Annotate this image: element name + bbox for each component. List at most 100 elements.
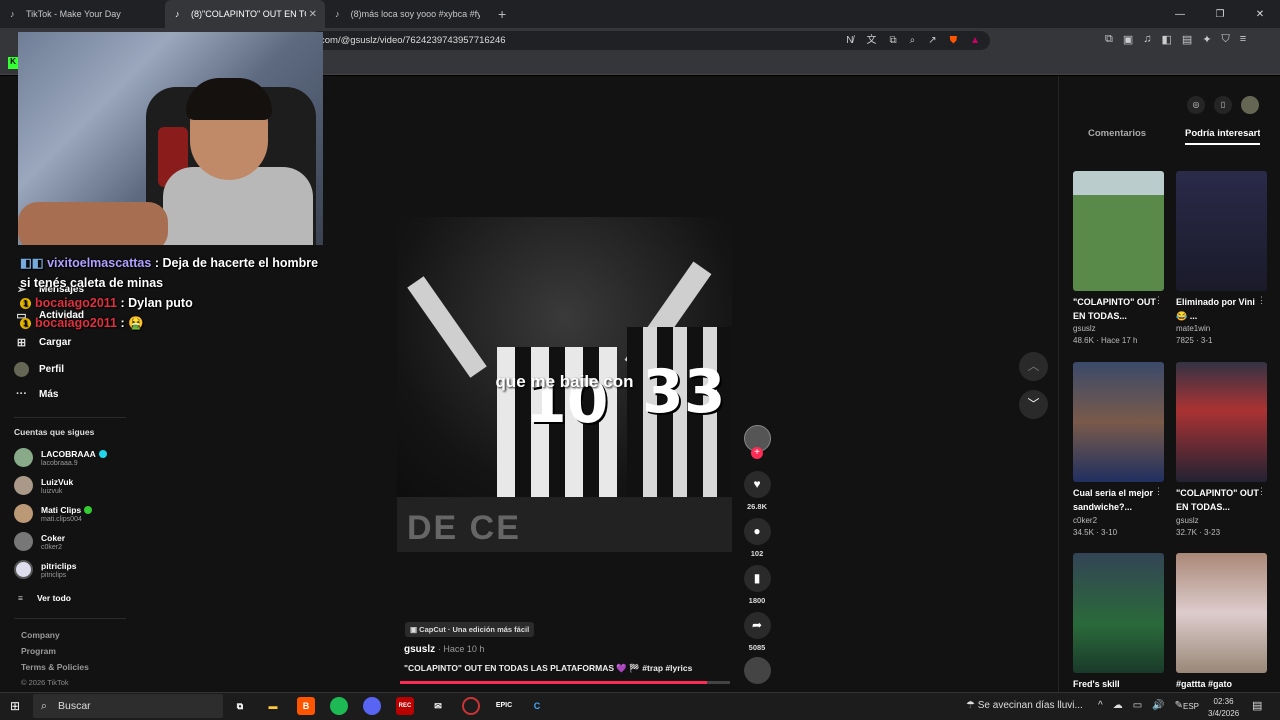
new-tab-button[interactable]: + [498, 6, 506, 22]
rewards-icon[interactable]: ▲ [970, 31, 980, 50]
browser-tab-active[interactable]: ♪ (8)"COLAPINTO" OUT EN TODAS✕ [165, 0, 325, 28]
account-handle: c0ker2 [41, 543, 63, 551]
window-controls: — ❐ ✕ [1160, 0, 1280, 28]
coin-icon[interactable]: ◎ [1187, 96, 1205, 114]
more-options-icon[interactable]: ⋮ [1257, 295, 1266, 306]
music-icon[interactable]: ♫ [1143, 33, 1151, 46]
extensions-icon[interactable]: ⧉ [1105, 33, 1113, 46]
followed-account[interactable]: pitriclips pitriclips [14, 560, 76, 579]
pen-icon[interactable]: ✎ [1175, 700, 1183, 711]
more-icon: ··· [16, 388, 27, 400]
tab-recommended[interactable]: Podría interesarte [1185, 128, 1260, 145]
video-progress-bar[interactable] [400, 681, 730, 684]
followed-account[interactable]: Mati Clips mati.clips004 [14, 504, 93, 523]
chat-user: vixitoelmascattas [47, 256, 152, 270]
vpn-icon[interactable]: ⛉ [1222, 33, 1230, 46]
taskbar-search[interactable]: ⌕ Buscar [33, 694, 223, 718]
footer-link-program[interactable]: Program [21, 646, 56, 656]
sound-disc[interactable] [742, 657, 772, 684]
recommended-user: c0ker2 [1073, 516, 1098, 525]
translate-icon[interactable]: 文 [866, 31, 876, 50]
sidebar-item-label: Perfil [39, 364, 65, 375]
maximize-icon[interactable]: ❐ [1200, 9, 1240, 20]
network-icon[interactable]: ▭ [1133, 700, 1142, 711]
device-icon[interactable]: ▯ [1214, 96, 1232, 114]
like-button[interactable]: ♥ 26.8K [742, 471, 772, 511]
epic-games-icon[interactable]: EPIC [495, 697, 513, 715]
video-author[interactable]: gsuslz · Hace 10 h [404, 644, 484, 655]
share-button[interactable]: ➦ 5085 [742, 612, 772, 652]
sidebar-item-label: Cargar [39, 337, 72, 348]
wallet-icon[interactable]: ▤ [1182, 33, 1192, 46]
followed-account[interactable]: Coker c0ker2 [14, 532, 65, 551]
zoom-icon[interactable]: ⌕ [910, 31, 916, 50]
progress-fill [400, 681, 707, 684]
cloud-icon[interactable]: ☁ [1113, 700, 1123, 711]
notification-icon[interactable]: ▤ [1252, 699, 1262, 712]
menu-icon[interactable]: ≡ [1240, 33, 1246, 46]
capcut-app-icon[interactable]: C [528, 697, 546, 715]
steam-icon[interactable] [462, 697, 480, 715]
person-hair [186, 78, 272, 120]
browser-tab[interactable]: ♪ (8)más loca soy yooo #xybca #fyp | s [325, 0, 490, 28]
save-button[interactable]: ▮ 1800 [742, 565, 772, 605]
screenshot-icon[interactable]: ▣ [1123, 33, 1133, 46]
system-clock[interactable]: 02:36 3/4/2026 [1208, 696, 1239, 720]
tab-title: (8)más loca soy yooo #xybca #fyp | s [350, 9, 480, 19]
webcam-overlay [18, 32, 323, 245]
recommended-thumbnail[interactable] [1073, 171, 1164, 291]
file-explorer-icon[interactable]: ▬ [264, 697, 282, 715]
next-video-button[interactable]: ﹀ [1019, 390, 1048, 419]
follow-plus-icon[interactable]: + [751, 447, 763, 459]
capcut-badge[interactable]: ▣ CapCut · Una edición más fácil [405, 622, 535, 637]
task-view-icon[interactable]: ⧉ [231, 697, 249, 715]
recommended-thumbnail[interactable] [1176, 362, 1267, 482]
followed-account[interactable]: LuizVuk luizvuk [14, 476, 73, 495]
brave-icon[interactable]: B [297, 697, 315, 715]
windows-start-icon[interactable]: ⊞ [10, 699, 20, 713]
user-avatar[interactable] [1241, 96, 1259, 114]
leo-icon[interactable]: ✦ [1202, 33, 1211, 46]
comment-button[interactable]: ● 102 [742, 518, 772, 558]
recommended-thumbnail[interactable] [1073, 362, 1164, 482]
bookmark-icon: ▮ [743, 565, 771, 592]
stream-chat: ◧◧ vixitoelmascattas : Deja de hacerte e… [20, 253, 320, 333]
minimize-icon[interactable]: — [1160, 9, 1200, 20]
weather-widget[interactable]: ☂ Se avecinan días lluvi... [966, 700, 1083, 711]
recommended-thumbnail[interactable] [1176, 171, 1267, 291]
previous-video-button[interactable]: ︿ [1019, 352, 1048, 381]
tab-comments[interactable]: Comentarios [1088, 128, 1146, 139]
brave-shield-icon[interactable]: ⛊ [950, 31, 958, 50]
footer-link-terms[interactable]: Terms & Policies [21, 662, 89, 672]
recommended-thumbnail[interactable] [1176, 553, 1267, 673]
discord-icon[interactable] [363, 697, 381, 715]
more-options-icon[interactable]: ⋮ [1154, 486, 1163, 497]
followed-account[interactable]: LACOBRAAA lacobraaa.9 [14, 448, 107, 467]
sidebar-item-more[interactable]: ··· Más [14, 388, 58, 400]
video-player[interactable]: 10 33 DE CE que me baile con [397, 217, 732, 552]
more-options-icon[interactable]: ⋮ [1154, 295, 1163, 306]
recommended-thumbnail[interactable] [1073, 553, 1164, 673]
reader-icon[interactable]: N̸ [846, 31, 853, 50]
ad-board-text: DE CE [407, 509, 521, 547]
chevron-up-icon[interactable]: ^ [1098, 700, 1103, 711]
sidebar-item-upload[interactable]: ⊞ Cargar [14, 336, 71, 349]
obs-app-icon[interactable]: REC [396, 697, 414, 715]
spotify-icon[interactable] [330, 697, 348, 715]
browser-tab[interactable]: ♪ TikTok - Make Your Day [0, 0, 165, 28]
kick-bookmark-icon[interactable]: K [8, 57, 18, 69]
more-options-icon[interactable]: ⋮ [1257, 486, 1266, 497]
language-indicator[interactable]: ESP [1183, 702, 1199, 711]
app-icon[interactable]: ✉ [429, 697, 447, 715]
open-external-icon[interactable]: ⧉ [889, 31, 896, 50]
share-icon[interactable]: ↗ [928, 31, 936, 50]
volume-icon[interactable]: 🔊 [1152, 700, 1164, 711]
footer-link-company[interactable]: Company [21, 630, 60, 640]
search-icon: ⌕ [41, 700, 47, 712]
address-bar[interactable]: com/@gsuslz/video/7624239743957716246 N̸… [310, 31, 990, 50]
see-all-link[interactable]: ≡ Ver todo [18, 593, 71, 603]
close-window-icon[interactable]: ✕ [1240, 9, 1280, 20]
close-tab-icon[interactable]: ✕ [309, 9, 317, 20]
sidebar-item-profile[interactable]: Perfil [14, 362, 64, 377]
sidebar-icon[interactable]: ◧ [1162, 33, 1172, 46]
